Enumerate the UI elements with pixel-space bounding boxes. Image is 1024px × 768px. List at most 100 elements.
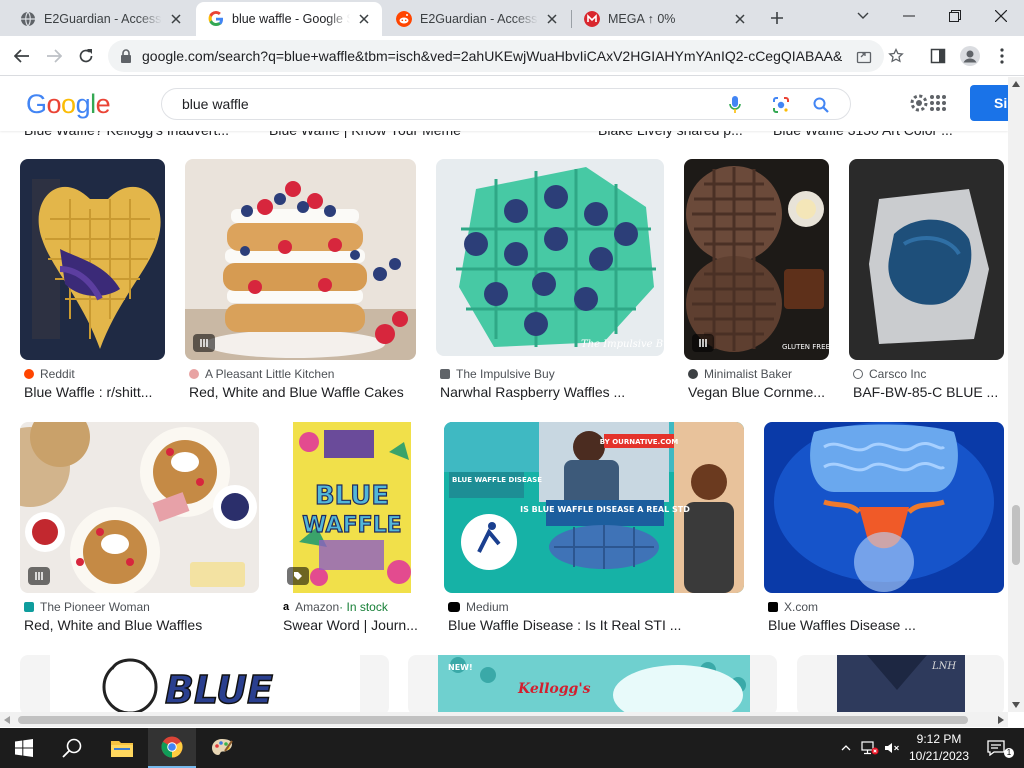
result-thumbnail[interactable]: [849, 159, 1004, 360]
result-thumbnail[interactable]: The Impulsive Bu: [436, 159, 664, 356]
clock-date: 10/21/2023: [908, 749, 970, 763]
sign-in-button[interactable]: Si: [970, 85, 1008, 121]
settings-button[interactable]: [908, 91, 946, 115]
horizontal-scroll-thumb[interactable]: [18, 716, 968, 724]
result-title[interactable]: Blue Waffle Disease : Is It Real STI ...: [448, 617, 744, 633]
google-lens-icon[interactable]: [770, 94, 792, 116]
tab-close-icon[interactable]: [544, 11, 560, 27]
result-thumbnail[interactable]: GLUTEN FREE BLUE CORNMEAL: [684, 159, 829, 360]
result-source[interactable]: Reddit: [24, 367, 75, 381]
tab-search-button[interactable]: [840, 0, 886, 32]
result-source[interactable]: Medium: [448, 600, 509, 614]
image-result[interactable]: X.com Blue Waffles Disease ...: [764, 422, 1004, 634]
url-text: google.com/search?q=blue+waffle&tbm=isch…: [142, 48, 842, 64]
show-hidden-icons-button[interactable]: [836, 728, 856, 768]
result-source[interactable]: The Pioneer Woman: [24, 600, 150, 614]
share-icon[interactable]: [856, 48, 872, 64]
result-thumbnail[interactable]: [185, 159, 416, 360]
volume-button[interactable]: [882, 728, 902, 768]
result-thumbnail[interactable]: [764, 422, 1004, 593]
google-logo[interactable]: Google: [26, 89, 111, 120]
result-thumbnail[interactable]: BLUE: [20, 655, 389, 712]
result-title[interactable]: Narwhal Raspberry Waffles ...: [440, 384, 664, 400]
scroll-right-arrow-icon[interactable]: [998, 716, 1004, 724]
tab-close-icon[interactable]: [356, 11, 372, 27]
restore-button[interactable]: [932, 0, 978, 32]
result-thumbnail[interactable]: NEW! Kellogg's: [408, 655, 777, 712]
image-result[interactable]: BY OURNATIVE.COM BLUE WAFFLE DISEASE IS …: [444, 422, 744, 634]
svg-text:WAFFLE: WAFFLE: [302, 513, 401, 538]
result-source[interactable]: A Pleasant Little Kitchen: [189, 367, 334, 381]
result-title[interactable]: BAF-BW-85-C BLUE ...: [853, 384, 1004, 400]
vertical-scroll-thumb[interactable]: [1012, 505, 1020, 565]
tab-title: MEGA ↑ 0%: [608, 12, 676, 26]
chrome-taskbar-button[interactable]: [148, 728, 196, 768]
image-result[interactable]: Reddit Blue Waffle : r/shitt...: [20, 159, 165, 400]
forward-button[interactable]: [40, 42, 68, 70]
horizontal-scrollbar[interactable]: [0, 712, 1008, 727]
result-source[interactable]: a Amazon · In stock: [283, 600, 388, 614]
result-title[interactable]: Blue Waffles Disease ...: [768, 617, 1004, 633]
result-thumbnail[interactable]: [20, 422, 259, 593]
reddit-icon: [396, 11, 412, 27]
image-result[interactable]: NEW! Kellogg's: [408, 655, 777, 712]
bookmark-star-icon[interactable]: [888, 48, 904, 64]
tab-close-icon[interactable]: [168, 11, 184, 27]
result-thumbnail[interactable]: BY OURNATIVE.COM BLUE WAFFLE DISEASE IS …: [444, 422, 744, 593]
tab-e2guardian-1[interactable]: E2Guardian - Access D: [8, 2, 194, 36]
result-source[interactable]: Minimalist Baker: [688, 367, 792, 381]
profile-button[interactable]: [956, 42, 984, 70]
result-title[interactable]: Blue Waffle : r/shitt...: [24, 384, 165, 400]
scroll-up-arrow-icon[interactable]: [1012, 81, 1020, 87]
minimize-button[interactable]: [886, 0, 932, 32]
back-button[interactable]: [8, 42, 36, 70]
taskbar-search-button[interactable]: [48, 728, 96, 768]
voice-search-icon[interactable]: [724, 94, 746, 116]
result-thumbnail[interactable]: [20, 159, 165, 360]
image-result[interactable]: BLUE: [20, 655, 389, 712]
search-input[interactable]: [182, 96, 702, 112]
search-box[interactable]: [161, 88, 851, 120]
scroll-left-arrow-icon[interactable]: [4, 716, 10, 724]
result-source[interactable]: Carsco Inc: [853, 367, 926, 381]
menu-button[interactable]: [988, 42, 1016, 70]
tab-google-search[interactable]: blue waffle - Google S: [196, 2, 382, 36]
tab-e2guardian-2[interactable]: E2Guardian - Access D: [384, 2, 570, 36]
search-icon[interactable]: [810, 94, 832, 116]
side-panel-button[interactable]: [924, 42, 952, 70]
image-result[interactable]: BLUE WAFFLE a Amazon · In stock Swear Wo…: [279, 422, 424, 634]
image-result[interactable]: GLUTEN FREE BLUE CORNMEAL Minimalist Bak…: [684, 159, 829, 400]
image-result[interactable]: A Pleasant Little Kitchen Red, White and…: [185, 159, 416, 400]
close-window-button[interactable]: [978, 0, 1024, 32]
result-title[interactable]: Red, White and Blue Waffles: [24, 617, 259, 633]
action-center-button[interactable]: 1: [980, 728, 1014, 768]
result-source[interactable]: The Impulsive Buy: [440, 367, 555, 381]
result-thumbnail[interactable]: LNH: [797, 655, 1004, 712]
kitchen-site-icon: [189, 369, 199, 379]
tab-mega[interactable]: MEGA ↑ 0%: [572, 2, 758, 36]
network-status[interactable]: [858, 728, 882, 768]
file-explorer-button[interactable]: [98, 728, 146, 768]
result-source[interactable]: X.com: [768, 600, 818, 614]
start-button[interactable]: [0, 728, 48, 768]
image-result[interactable]: The Impulsive Bu The Impulsive Buy Narwh…: [436, 159, 664, 400]
volume-muted-icon: [885, 743, 899, 753]
paint-taskbar-button[interactable]: [198, 728, 246, 768]
tab-close-icon[interactable]: [732, 11, 748, 27]
image-result[interactable]: LNH: [797, 655, 1004, 712]
result-title[interactable]: Red, White and Blue Waffle Cakes: [189, 384, 416, 400]
vertical-scrollbar[interactable]: [1008, 77, 1024, 712]
reload-button[interactable]: [72, 42, 100, 70]
taskbar-clock[interactable]: 9:12 PM 10/21/2023: [904, 731, 974, 765]
new-tab-button[interactable]: [766, 7, 788, 29]
result-thumbnail[interactable]: BLUE WAFFLE: [279, 422, 424, 593]
result-title[interactable]: Swear Word | Journ...: [283, 617, 424, 633]
image-result[interactable]: The Pioneer Woman Red, White and Blue Wa…: [20, 422, 259, 634]
plus-icon: [771, 12, 783, 24]
image-result[interactable]: Carsco Inc BAF-BW-85-C BLUE ...: [849, 159, 1004, 400]
result-title[interactable]: Vegan Blue Cornme...: [688, 384, 829, 400]
profile-avatar-icon: [960, 46, 980, 66]
scroll-down-arrow-icon[interactable]: [1012, 702, 1020, 708]
network-icon: [861, 741, 879, 755]
address-bar[interactable]: google.com/search?q=blue+waffle&tbm=isch…: [108, 40, 904, 72]
